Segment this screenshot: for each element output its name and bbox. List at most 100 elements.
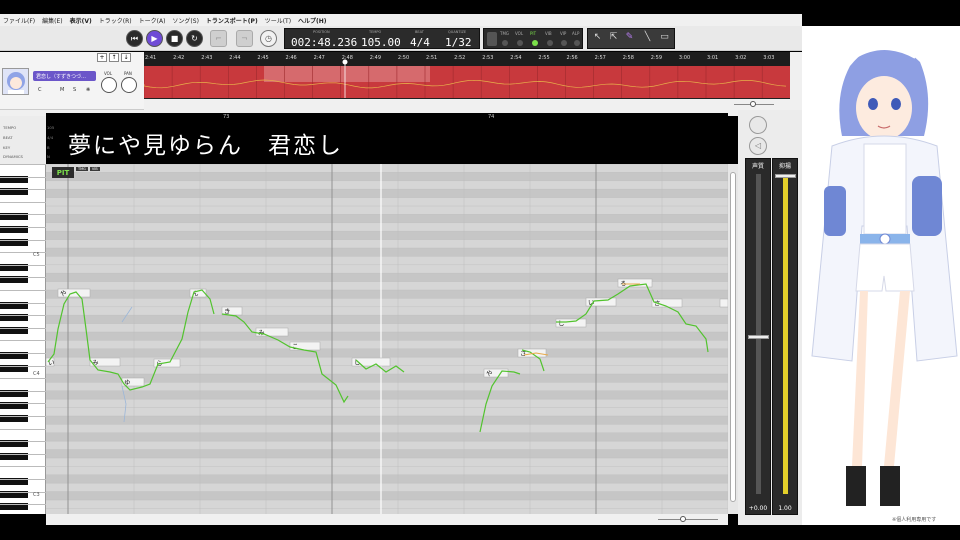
mode-tmg-toggle[interactable] bbox=[502, 40, 508, 46]
piano-roll-canvas[interactable]: やみゆらんきみこしいやさしいろさ bbox=[46, 164, 728, 514]
timeline-pitch-preview bbox=[144, 79, 787, 89]
voice-quality-fader[interactable]: 声質 +0.00 bbox=[745, 158, 771, 515]
menu-talk[interactable]: トーク(A) bbox=[139, 16, 166, 25]
beat-value[interactable]: 4/4 bbox=[410, 36, 430, 49]
mode-vol-toggle[interactable] bbox=[517, 40, 523, 46]
piano-roll-row bbox=[46, 483, 728, 492]
piano-roll-row bbox=[46, 500, 728, 509]
menu-view[interactable]: 表示(V) bbox=[70, 16, 92, 25]
piano-keyboard[interactable]: C5 C4 C3 bbox=[0, 164, 46, 514]
piano-roll-row bbox=[46, 348, 728, 358]
menu-file[interactable]: ファイル(F) bbox=[3, 16, 35, 25]
timeline-zoom-thumb[interactable] bbox=[750, 101, 756, 107]
loop-icon: ↻ bbox=[191, 34, 198, 43]
track-avatar[interactable] bbox=[2, 68, 29, 95]
rewind-button[interactable]: ⏮ bbox=[126, 30, 143, 47]
menu-tools[interactable]: ツール(T) bbox=[265, 16, 291, 25]
intonation-value[interactable]: 1.00 bbox=[773, 505, 797, 512]
menu-help[interactable]: ヘルプ(H) bbox=[298, 16, 327, 25]
mixer-mode-button[interactable] bbox=[749, 116, 767, 134]
add-track-button[interactable]: + bbox=[97, 53, 107, 62]
move-track-down-button[interactable]: ↓ bbox=[121, 53, 131, 62]
piano-roll-row bbox=[46, 399, 728, 408]
piano-roll-row bbox=[46, 231, 728, 240]
track-header: + ↑ ↓ 君恋し（すずきつづ… C M S ❋ VOL PAN bbox=[0, 52, 144, 110]
play-button[interactable]: ▶ bbox=[146, 30, 163, 47]
piano-roll-row bbox=[46, 365, 728, 374]
menu-track[interactable]: トラック(R) bbox=[99, 16, 132, 25]
track-clear-button[interactable]: C bbox=[38, 87, 42, 93]
loop-button[interactable]: ↻ bbox=[186, 30, 203, 47]
voice-quality-thumb[interactable] bbox=[748, 335, 769, 339]
pan-label: PAN bbox=[124, 71, 132, 76]
punch-out-button[interactable]: ¬ bbox=[236, 30, 253, 47]
tempo-value[interactable]: 105.00 bbox=[361, 36, 401, 49]
position-value[interactable]: 002:48.236 bbox=[291, 36, 357, 49]
mode-toggle-switch[interactable] bbox=[487, 32, 497, 46]
song-timeline[interactable]: 2:41 2:42 2:43 2:44 2:45 2:46 2:47 2:48 2:49 2:50… bbox=[144, 52, 790, 110]
octave-label: C3 bbox=[33, 492, 40, 498]
voice-quality-value[interactable]: +0.00 bbox=[746, 505, 770, 512]
track-solo-button[interactable]: S bbox=[73, 87, 76, 93]
menu-transport[interactable]: トランスポート(P) bbox=[206, 16, 258, 25]
track-mute-button[interactable]: M bbox=[60, 87, 64, 93]
piano-roll[interactable]: やみゆらんきみこしいやさしいろさ PIT TMG VIB bbox=[46, 164, 728, 514]
menu-edit[interactable]: 編集(E) bbox=[42, 16, 62, 25]
note-lyric: し bbox=[558, 320, 565, 328]
line-tool-icon[interactable]: ╲ bbox=[641, 32, 654, 46]
piano-white-key-divider bbox=[0, 365, 46, 367]
eraser-tool-icon[interactable]: ▭ bbox=[658, 32, 671, 46]
intonation-fader[interactable]: 抑揚 1.00 bbox=[772, 158, 798, 515]
intonation-thumb[interactable] bbox=[775, 174, 796, 178]
piano-white-key-divider bbox=[0, 466, 46, 468]
dynamics-row-value: N bbox=[47, 154, 50, 159]
vertical-scrollbar[interactable] bbox=[728, 164, 738, 514]
vertical-scroll-thumb[interactable] bbox=[730, 172, 736, 502]
metronome-button[interactable]: ◷ bbox=[260, 30, 277, 47]
select-tool-icon[interactable]: ↖ bbox=[591, 32, 604, 46]
quantize-value[interactable]: 1/32 bbox=[445, 36, 472, 49]
roll-zoom-thumb[interactable] bbox=[680, 516, 686, 522]
mode-vib-label: VIB bbox=[545, 31, 552, 36]
piano-roll-row bbox=[46, 416, 728, 425]
timeline-scrollbar[interactable] bbox=[144, 99, 790, 110]
mode-vip-toggle[interactable] bbox=[561, 40, 567, 46]
piano-white-key-divider bbox=[0, 277, 46, 279]
pan-knob[interactable] bbox=[121, 77, 137, 93]
tmg-badge: TMG bbox=[76, 167, 88, 171]
character-illustration-icon bbox=[802, 26, 960, 525]
mode-pit-toggle[interactable] bbox=[532, 40, 538, 46]
piano-roll-row bbox=[46, 474, 728, 484]
piano-white-key-divider bbox=[0, 378, 46, 380]
piano-roll-row bbox=[46, 290, 728, 299]
menu-song[interactable]: ソング(S) bbox=[172, 16, 199, 25]
horizontal-scrollbar[interactable] bbox=[46, 514, 728, 525]
metronome-icon: ◷ bbox=[265, 34, 272, 43]
roll-zoom-slider[interactable] bbox=[658, 519, 718, 520]
punch-in-button[interactable]: ⌐ bbox=[210, 30, 227, 47]
volume-knob[interactable] bbox=[101, 77, 117, 93]
range-select-tool-icon[interactable]: ⇱ bbox=[607, 32, 620, 46]
mode-vib-toggle[interactable] bbox=[547, 40, 553, 46]
mode-alp-toggle[interactable] bbox=[574, 40, 580, 46]
note-lyric: や bbox=[486, 370, 493, 378]
mixer-speaker-button[interactable]: ◁ bbox=[749, 137, 767, 155]
piano-roll-row bbox=[46, 491, 728, 500]
transport-display: POSITION 002:48.236 TEMPO 105.00 BEAT 4/… bbox=[284, 28, 480, 49]
app-window: ファイル(F) 編集(E) 表示(V) トラック(R) トーク(A) ソング(S… bbox=[0, 0, 960, 540]
piano-roll-row bbox=[46, 197, 728, 206]
intonation-level-fill bbox=[783, 174, 788, 494]
note-lyric: み bbox=[92, 359, 99, 367]
position-label: POSITION bbox=[313, 30, 330, 34]
toolbar: ⏮ ▶ ■ ↻ ⌐ ¬ ◷ POSITION 002:48.236 TEMPO … bbox=[0, 26, 802, 51]
piano-roll-row bbox=[46, 382, 728, 391]
piano-white-key-divider bbox=[0, 189, 46, 191]
move-track-up-button[interactable]: ↑ bbox=[109, 53, 119, 62]
piano-roll-row bbox=[46, 441, 728, 450]
mode-alp-label: ALP bbox=[572, 31, 580, 36]
bracket-icon: ¬ bbox=[241, 34, 248, 43]
track-settings-icon[interactable]: ❋ bbox=[86, 87, 90, 93]
stop-button[interactable]: ■ bbox=[166, 30, 183, 47]
pencil-tool-icon[interactable]: ✎ bbox=[623, 32, 636, 46]
track-name[interactable]: 君恋し（すずきつづ… bbox=[33, 71, 96, 81]
